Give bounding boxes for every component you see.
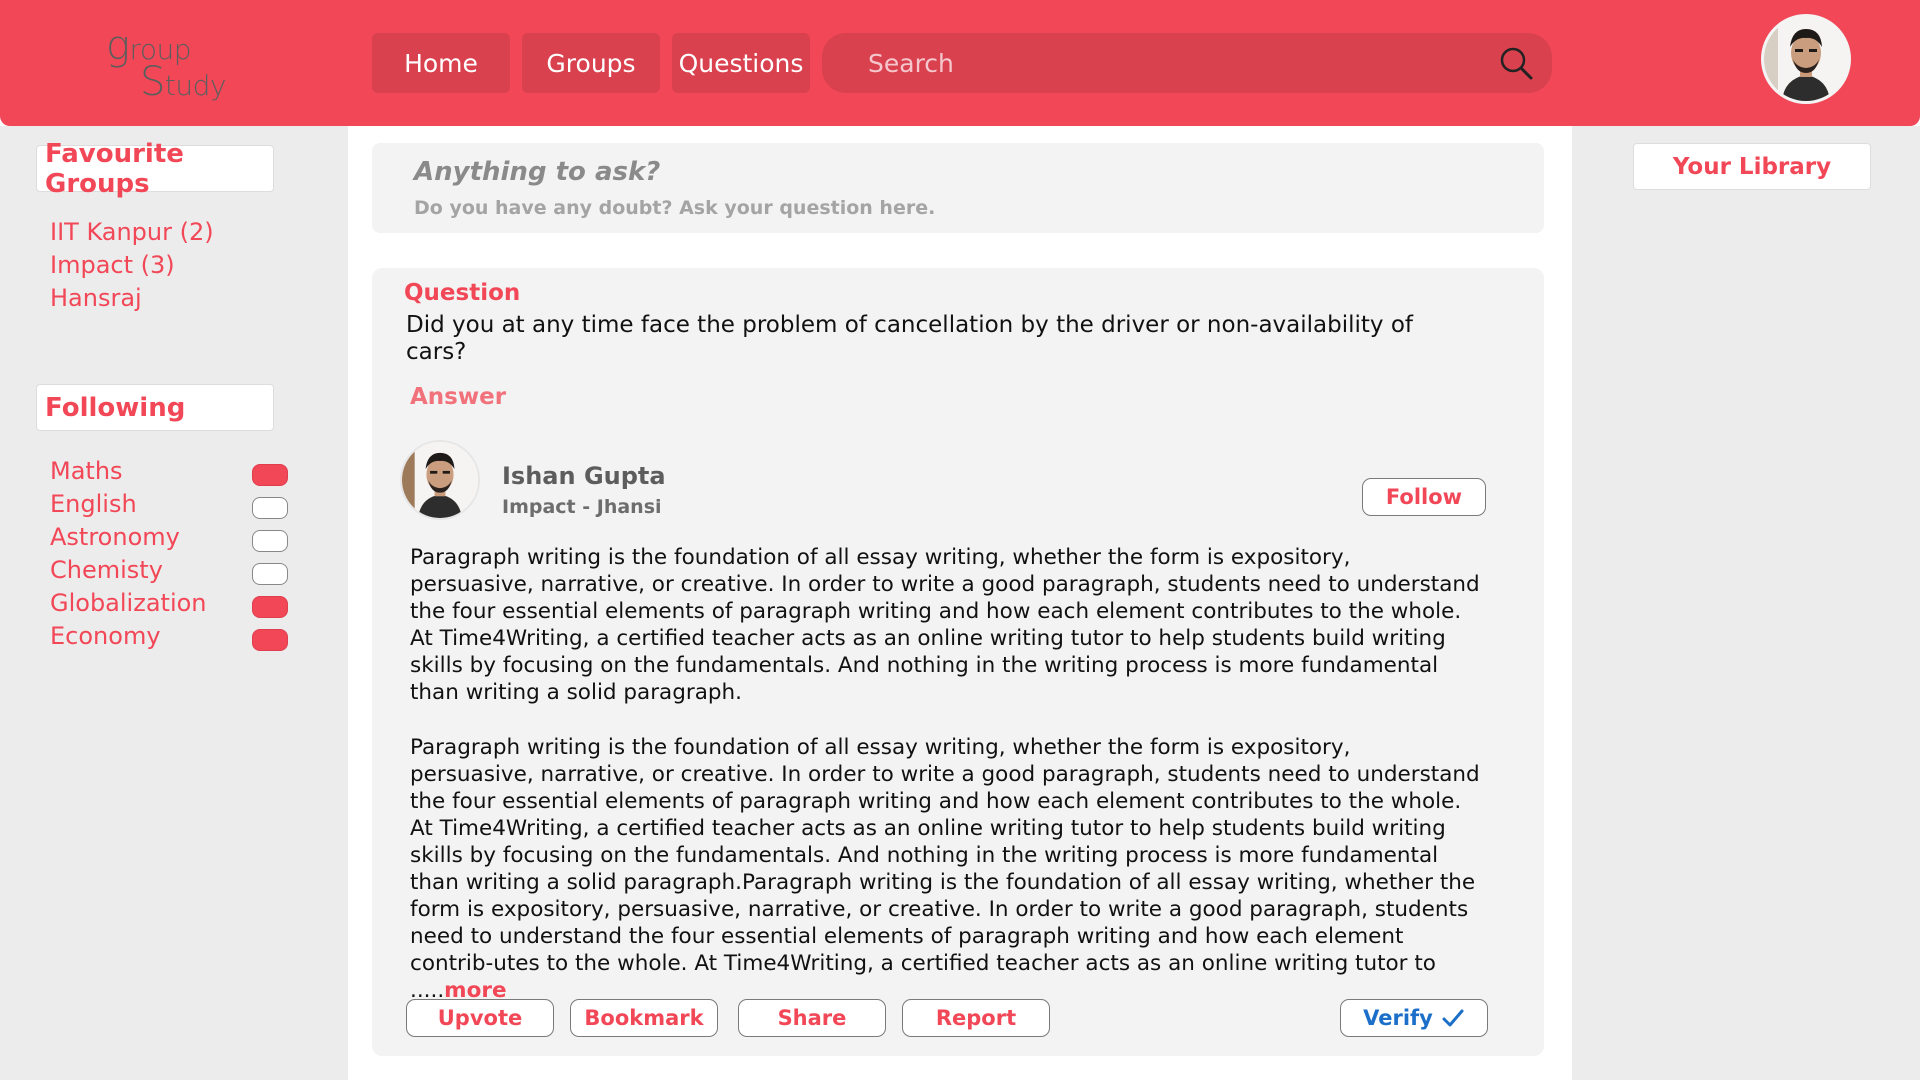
- answer-label: Answer: [410, 384, 507, 410]
- following-item-economy[interactable]: Economy: [50, 622, 161, 650]
- user-avatar-image: [1764, 17, 1848, 101]
- user-avatar[interactable]: [1761, 14, 1851, 104]
- your-library-button[interactable]: Your Library: [1633, 143, 1871, 190]
- favourite-group-item[interactable]: Hansraj: [50, 284, 142, 312]
- checkmark-icon: [1442, 1009, 1464, 1027]
- following-title: Following: [36, 384, 274, 431]
- author-avatar-image: [402, 442, 478, 518]
- share-button[interactable]: Share: [738, 999, 886, 1037]
- search-bar: [822, 33, 1552, 93]
- question-label: Question: [404, 280, 521, 306]
- right-sidebar: [1572, 126, 1920, 1080]
- group-study-logo[interactable]: group Study: [106, 26, 236, 106]
- nav-groups-button[interactable]: Groups: [522, 33, 660, 93]
- answer-paragraph-1: Paragraph writing is the foundation of a…: [410, 545, 1480, 705]
- following-item-english[interactable]: English: [50, 490, 137, 518]
- nav-questions-button[interactable]: Questions: [672, 33, 810, 93]
- following-toggle-globalization[interactable]: [252, 596, 288, 618]
- logo-line-2: Study: [140, 59, 226, 105]
- following-item-chemisty[interactable]: Chemisty: [50, 556, 163, 584]
- search-icon[interactable]: [1496, 43, 1536, 83]
- following-item-maths[interactable]: Maths: [50, 457, 123, 485]
- following-toggle-chemisty[interactable]: [252, 563, 288, 585]
- follow-button[interactable]: Follow: [1362, 478, 1486, 516]
- top-header: group Study Home Groups Questions: [0, 0, 1920, 126]
- answer-paragraph-2: Paragraph writing is the foundation of a…: [410, 734, 1480, 1004]
- ask-question-box[interactable]: Anything to ask? Do you have any doubt? …: [372, 143, 1544, 233]
- author-avatar[interactable]: [400, 440, 480, 520]
- following-toggle-maths[interactable]: [252, 464, 288, 486]
- following-toggle-astronomy[interactable]: [252, 530, 288, 552]
- bookmark-button[interactable]: Bookmark: [570, 999, 718, 1037]
- author-meta: Impact - Jhansi: [502, 496, 662, 518]
- nav-home-button[interactable]: Home: [372, 33, 510, 93]
- favourite-group-item[interactable]: IIT Kanpur (2): [50, 218, 214, 246]
- following-toggle-economy[interactable]: [252, 629, 288, 651]
- favourite-group-item[interactable]: Impact (3): [50, 251, 175, 279]
- answer-paragraph-2-text: Paragraph writing is the foundation of a…: [410, 735, 1480, 1003]
- ask-title: Anything to ask?: [414, 157, 661, 187]
- following-toggle-english[interactable]: [252, 497, 288, 519]
- following-item-globalization[interactable]: Globalization: [50, 589, 207, 617]
- report-button[interactable]: Report: [902, 999, 1050, 1037]
- question-text[interactable]: Did you at any time face the problem of …: [406, 312, 1466, 366]
- favourite-groups-title: Favourite Groups: [36, 139, 274, 199]
- following-item-astronomy[interactable]: Astronomy: [50, 523, 180, 551]
- question-card: Question Did you at any time face the pr…: [372, 268, 1544, 1056]
- verify-button[interactable]: Verify: [1340, 999, 1488, 1037]
- search-input[interactable]: [822, 33, 1552, 93]
- ask-subtitle: Do you have any doubt? Ask your question…: [414, 197, 936, 219]
- verify-label: Verify: [1363, 1006, 1433, 1030]
- upvote-button[interactable]: Upvote: [406, 999, 554, 1037]
- author-name[interactable]: Ishan Gupta: [502, 462, 666, 490]
